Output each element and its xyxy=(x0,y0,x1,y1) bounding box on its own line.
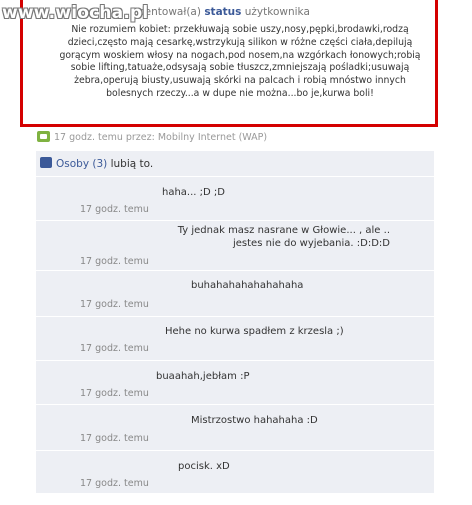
likes-row: Osoby (3) lubią to. xyxy=(36,151,434,177)
comment-text: haha... ;D ;D xyxy=(162,187,225,198)
comment-text: buhahahahahahahaha xyxy=(191,280,304,291)
site-watermark: www.wiocha.pl xyxy=(2,3,149,23)
likes-people-link[interactable]: Osoby (3) xyxy=(56,158,107,170)
comment-time[interactable]: 17 godz. temu xyxy=(80,433,149,444)
comment-item: Ty jednak masz nasrane w Głowie... , ale… xyxy=(36,221,434,271)
comment-item: buhahahahahahahaha 17 godz. temu xyxy=(36,271,434,317)
post-action-suffix: użytkownika xyxy=(244,6,310,18)
post-meta-text[interactable]: 17 godz. temu przez: Mobilny Internet (W… xyxy=(54,132,267,143)
comment-time[interactable]: 17 godz. temu xyxy=(80,343,149,354)
comment-time[interactable]: 17 godz. temu xyxy=(80,204,149,215)
thumbs-up-icon xyxy=(40,157,52,168)
comment-text: Hehe no kurwa spadłem z krzesla ;) xyxy=(165,326,344,337)
post-meta: 17 godz. temu przez: Mobilny Internet (W… xyxy=(37,131,267,143)
comment-time[interactable]: 17 godz. temu xyxy=(80,256,149,267)
comment-time[interactable]: 17 godz. temu xyxy=(80,299,149,310)
likes-suffix: lubią to. xyxy=(107,158,154,170)
comment-text: pocisk. xD xyxy=(178,461,230,472)
comment-time[interactable]: 17 godz. temu xyxy=(80,388,149,399)
status-link[interactable]: status xyxy=(204,6,241,18)
comments-list: Osoby (3) lubią to. haha... ;D ;D 17 god… xyxy=(36,151,434,494)
comment-item: haha... ;D ;D 17 godz. temu xyxy=(36,177,434,221)
mobile-icon xyxy=(37,131,50,142)
comment-item: buaahah,jebłam :P 17 godz. temu xyxy=(36,361,434,405)
comment-item: Hehe no kurwa spadłem z krzesla ;) 17 go… xyxy=(36,317,434,361)
comment-text: Mistrzostwo hahahaha :D xyxy=(191,415,318,426)
comment-text: buaahah,jebłam :P xyxy=(156,371,250,382)
comment-time[interactable]: 17 godz. temu xyxy=(80,478,149,489)
status-text: Nie rozumiem kobiet: przekłuwają sobie u… xyxy=(59,24,421,99)
comment-item: Mistrzostwo hahahaha :D 17 godz. temu xyxy=(36,405,434,451)
comment-item: pocisk. xD 17 godz. temu xyxy=(36,451,434,494)
comment-text: Ty jednak masz nasrane w Głowie... , ale… xyxy=(177,225,390,249)
post-header: pentował(a) status użytkownika xyxy=(138,6,310,18)
